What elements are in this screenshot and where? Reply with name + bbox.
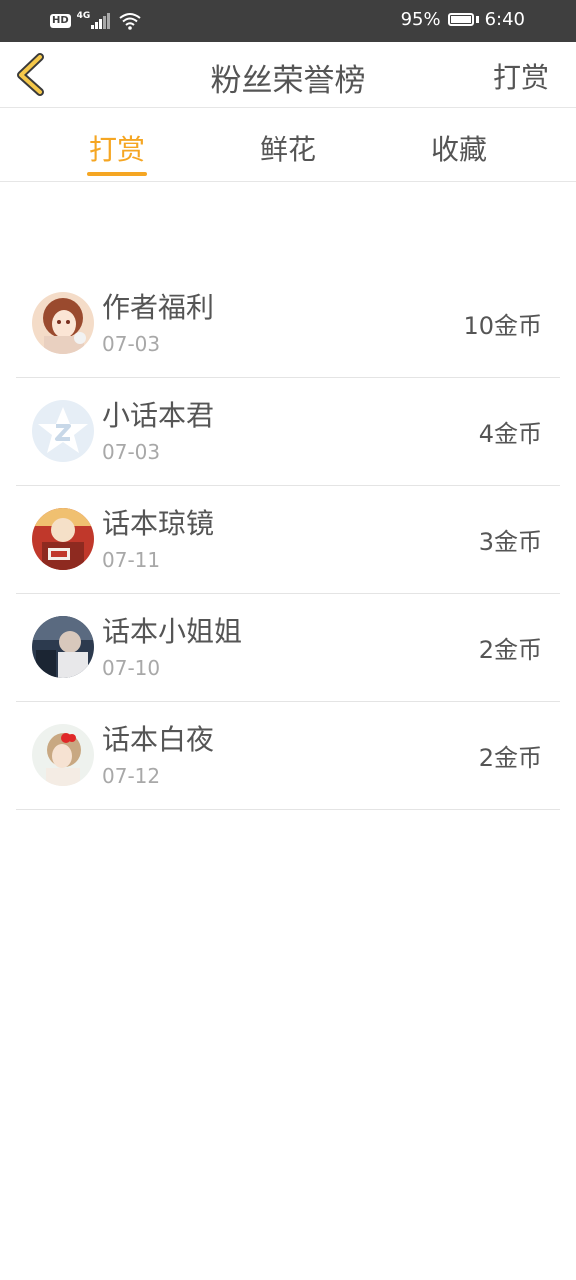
fan-date: 07-11 <box>102 548 161 572</box>
list-item[interactable]: 话本小姐姐 07-10 2金币 <box>16 594 560 702</box>
wifi-icon <box>119 13 141 30</box>
coin-amount: 2金币 <box>478 636 542 664</box>
coin-amount: 2金币 <box>478 744 542 772</box>
avatar[interactable] <box>32 724 94 786</box>
avatar[interactable] <box>32 616 94 678</box>
battery-icon <box>447 13 474 26</box>
coin-amount: 10金币 <box>463 312 542 340</box>
reward-button[interactable]: 打赏 <box>493 56 549 96</box>
tab-bar: 打赏 鲜花 收藏 <box>0 108 576 182</box>
active-tab-indicator <box>87 172 147 176</box>
avatar[interactable] <box>32 400 94 462</box>
illustrated-avatar-icon <box>32 508 94 570</box>
hd-icon: HD <box>50 14 71 28</box>
girl-with-bow-avatar-icon <box>32 724 94 786</box>
status-right-icons: 95% 6:40 <box>401 9 525 30</box>
avatar[interactable] <box>32 508 94 570</box>
fan-name: 话本白夜 <box>102 723 215 756</box>
battery-fill <box>450 16 472 23</box>
status-left-icons: HD 4G <box>50 10 141 32</box>
list-item[interactable]: 小话本君 07-03 4金币 <box>16 378 560 486</box>
nav-bar: 粉丝荣誉榜 打赏 <box>0 42 576 108</box>
fan-date: 07-12 <box>102 764 161 788</box>
star-logo-avatar-icon <box>32 400 94 462</box>
fan-date: 07-10 <box>102 656 161 680</box>
fan-list: 作者福利 07-03 10金币 小话本君 07-03 4金币 话本琼镜 07-1… <box>16 270 560 810</box>
tab-reward[interactable]: 打赏 <box>57 128 177 168</box>
list-item[interactable]: 话本琼镜 07-11 3金币 <box>16 486 560 594</box>
photo-avatar-icon <box>32 616 94 678</box>
fan-name: 话本琼镜 <box>102 507 215 540</box>
fan-name: 小话本君 <box>102 399 215 432</box>
clock: 6:40 <box>484 9 525 30</box>
anime-girl-avatar-icon <box>32 292 94 354</box>
battery-tip-icon <box>475 16 479 23</box>
list-item[interactable]: 作者福利 07-03 10金币 <box>16 270 560 378</box>
fan-date: 07-03 <box>102 332 161 356</box>
fan-date: 07-03 <box>102 440 161 464</box>
cell-signal-icon <box>91 13 111 29</box>
tab-flowers[interactable]: 鲜花 <box>228 128 348 168</box>
network-type-label: 4G <box>76 11 91 21</box>
page-title: 粉丝荣誉榜 <box>210 63 366 99</box>
fan-name: 话本小姐姐 <box>102 615 243 648</box>
coin-amount: 4金币 <box>478 420 542 448</box>
avatar[interactable] <box>32 292 94 354</box>
battery-percent: 95% <box>400 9 441 30</box>
tab-favorites[interactable]: 收藏 <box>399 128 519 168</box>
fan-name: 作者福利 <box>102 291 215 324</box>
coin-amount: 3金币 <box>478 528 542 556</box>
list-item[interactable]: 话本白夜 07-12 2金币 <box>16 702 560 810</box>
status-bar: HD 4G 95% 6:40 <box>0 0 576 42</box>
